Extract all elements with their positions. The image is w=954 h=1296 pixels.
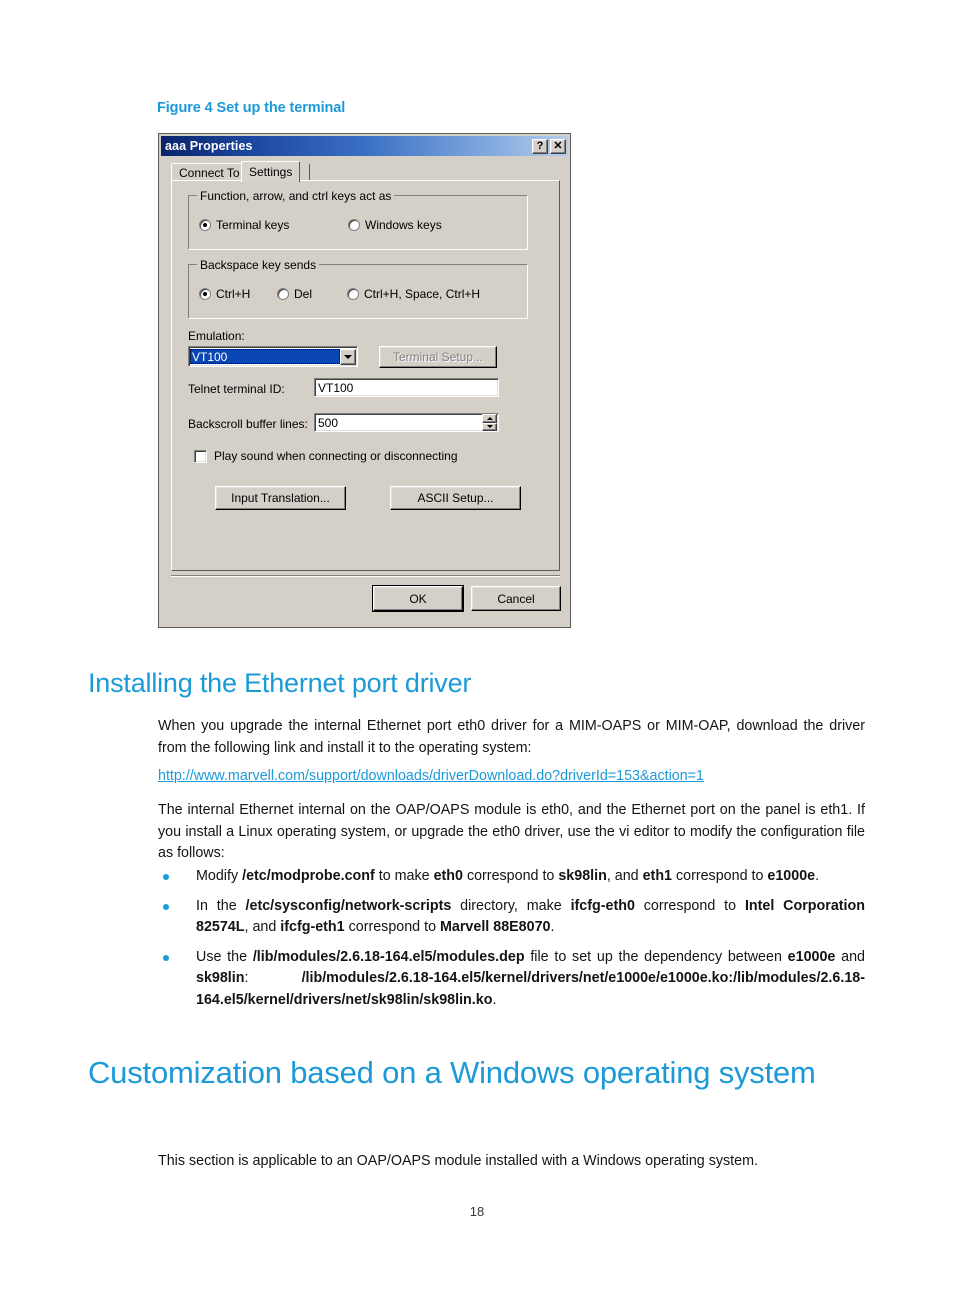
backscroll-buffer-lines-label: Backscroll buffer lines: xyxy=(188,417,308,431)
radio-ctrl-h-mark xyxy=(199,288,211,300)
paragraph-upgrade-intro: When you upgrade the internal Ethernet p… xyxy=(158,718,865,756)
section-heading-customization-windows: Customization based on a Windows operati… xyxy=(88,1055,816,1090)
document-page: Figure 4 Set up the terminal aaa Propert… xyxy=(0,0,954,1296)
play-sound-checkbox[interactable] xyxy=(194,449,207,463)
ok-button[interactable]: OK xyxy=(373,586,463,611)
radio-windows-keys-mark xyxy=(348,219,360,231)
radio-ctrl-h-space-ctrl-h-mark xyxy=(347,288,359,300)
telnet-terminal-id-label: Telnet terminal ID: xyxy=(188,382,285,396)
dialog-titlebar: aaa Properties ? ✕ xyxy=(161,136,568,156)
marvell-driver-link[interactable]: http://www.marvell.com/support/downloads… xyxy=(158,768,704,784)
radio-ctrl-h-label: Ctrl+H xyxy=(216,287,251,301)
radio-terminal-keys-mark xyxy=(199,219,211,231)
backscroll-buffer-lines-input[interactable]: 500 xyxy=(314,413,499,432)
list-item: Use the /lib/modules/2.6.18-164.el5/modu… xyxy=(158,947,865,1012)
play-sound-checkbox-row[interactable]: Play sound when connecting or disconnect… xyxy=(194,449,458,463)
config-steps-list: Modify /etc/modprobe.conf to make eth0 c… xyxy=(158,866,865,1019)
group-backspace-key: Backspace key sends Ctrl+H Del Ctrl+H, S… xyxy=(188,258,528,319)
figure-caption: Figure 4 Set up the terminal xyxy=(157,100,346,116)
play-sound-label: Play sound when connecting or disconnect… xyxy=(214,449,458,463)
emulation-label: Emulation: xyxy=(188,329,245,343)
dialog-tabstrip: Connect To Settings xyxy=(171,161,560,182)
radio-del-mark xyxy=(277,288,289,300)
radio-terminal-keys[interactable]: Terminal keys xyxy=(199,218,344,232)
ascii-setup-button[interactable]: ASCII Setup... xyxy=(390,486,521,510)
group-function-keys: Function, arrow, and ctrl keys act as Te… xyxy=(188,189,528,250)
backspace-options: Ctrl+H Del Ctrl+H, Space, Ctrl+H xyxy=(199,287,484,301)
settings-tab-page: Function, arrow, and ctrl keys act as Te… xyxy=(171,180,560,571)
input-translation-button[interactable]: Input Translation... xyxy=(215,486,346,510)
page-number: 18 xyxy=(469,1204,485,1219)
group-backspace-key-label: Backspace key sends xyxy=(197,258,320,272)
paragraph-windows-applicable: This section is applicable to an OAP/OAP… xyxy=(158,1153,758,1169)
backscroll-buffer-stepper[interactable] xyxy=(482,414,497,431)
paragraph-internal-ethernet: The internal Ethernet internal on the OA… xyxy=(158,802,865,861)
radio-windows-keys-label: Windows keys xyxy=(365,218,442,232)
list-item: Modify /etc/modprobe.conf to make eth0 c… xyxy=(158,866,865,888)
radio-del[interactable]: Del xyxy=(277,287,343,301)
stepper-down-icon[interactable] xyxy=(482,422,497,431)
group-function-keys-label: Function, arrow, and ctrl keys act as xyxy=(197,189,395,203)
section-heading-installing-driver: Installing the Ethernet port driver xyxy=(88,668,472,698)
chevron-down-icon[interactable] xyxy=(340,348,356,365)
list-item: In the /etc/sysconfig/network-scripts di… xyxy=(158,896,865,939)
radio-del-label: Del xyxy=(294,287,313,301)
emulation-combo[interactable]: VT100 xyxy=(188,346,358,367)
radio-ctrl-h[interactable]: Ctrl+H xyxy=(199,287,273,301)
emulation-value: VT100 xyxy=(190,349,340,364)
function-keys-options: Terminal keys Windows keys xyxy=(199,218,446,232)
tab-settings[interactable]: Settings xyxy=(241,161,301,182)
tab-connect-to[interactable]: Connect To xyxy=(171,163,248,181)
aaa-properties-dialog: aaa Properties ? ✕ Connect To Settings F… xyxy=(158,133,571,628)
dialog-separator xyxy=(171,575,560,577)
cancel-button[interactable]: Cancel xyxy=(471,586,561,611)
radio-ctrl-h-space-ctrl-h[interactable]: Ctrl+H, Space, Ctrl+H xyxy=(347,287,480,301)
dialog-title: aaa Properties xyxy=(165,139,253,153)
radio-windows-keys[interactable]: Windows keys xyxy=(348,218,442,232)
telnet-terminal-id-input[interactable]: VT100 xyxy=(314,378,499,397)
terminal-setup-button[interactable]: Terminal Setup... xyxy=(379,346,497,368)
close-icon[interactable]: ✕ xyxy=(550,138,566,154)
tabstrip-divider xyxy=(309,164,310,181)
titlebar-buttons: ? ✕ xyxy=(532,138,566,154)
stepper-up-icon[interactable] xyxy=(482,414,497,423)
radio-terminal-keys-label: Terminal keys xyxy=(216,218,290,232)
radio-ctrl-h-space-ctrl-h-label: Ctrl+H, Space, Ctrl+H xyxy=(364,287,481,301)
help-icon[interactable]: ? xyxy=(532,138,548,154)
